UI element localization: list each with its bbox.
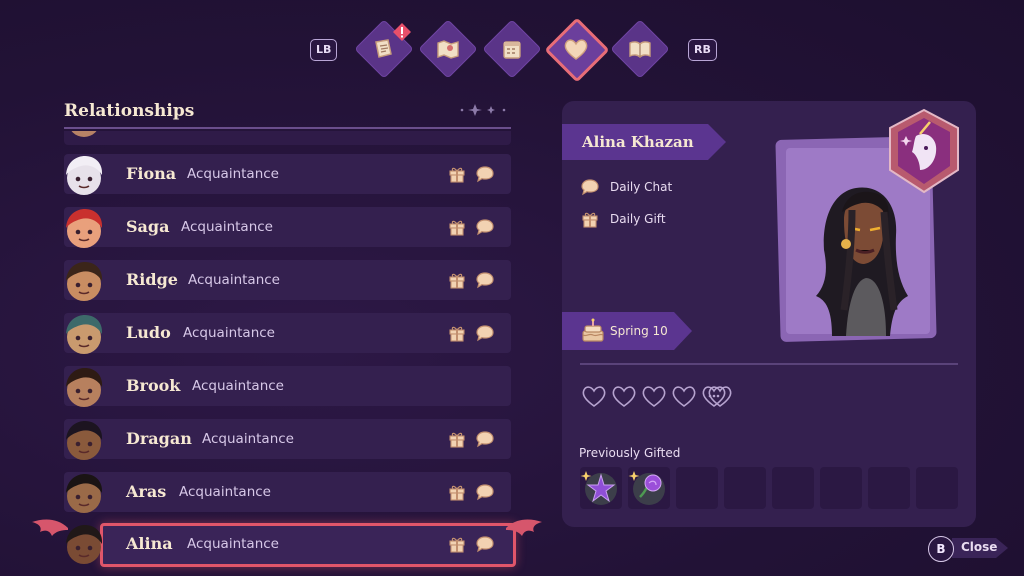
gift-icon (447, 430, 467, 452)
character-name-label: Brook (126, 376, 181, 395)
calendar-icon (483, 20, 541, 78)
selection-wing-right-icon (506, 519, 542, 536)
character-name-label: Ludo (126, 323, 171, 342)
character-name-label: Aras (126, 482, 167, 501)
list-item[interactable]: Aras Acquaintance (64, 472, 511, 512)
empty-gift-slot (772, 467, 814, 509)
gifted-item-slot[interactable] (580, 467, 622, 509)
character-avatar (59, 204, 105, 250)
gift-icon (447, 218, 467, 240)
character-avatar (59, 257, 105, 303)
chat-bubble-icon (475, 430, 495, 452)
relationship-status-label: Acquaintance (202, 431, 294, 447)
relationship-status-label: Acquaintance (187, 166, 279, 182)
empty-gift-slot (820, 467, 862, 509)
gift-icon (582, 212, 598, 228)
character-name-label: Ridge (126, 270, 178, 289)
chat-bubble-icon (475, 535, 495, 557)
character-avatar (59, 310, 105, 356)
list-item[interactable]: Ridge Acquaintance (64, 260, 511, 300)
lb-shoulder-button[interactable]: LB (310, 39, 338, 61)
character-name: Alina Khazan (582, 133, 694, 151)
character-avatar (59, 151, 105, 197)
tab-quests[interactable] (354, 19, 414, 79)
relationship-status-label: Acquaintance (183, 325, 275, 341)
character-name-label: Alina (126, 534, 173, 553)
list-item[interactable]: Brook Acquaintance (64, 366, 511, 406)
panel-divider (580, 363, 958, 365)
tab-journal[interactable] (610, 19, 670, 79)
relationship-status-label: Acquaintance (181, 219, 273, 235)
chat-bubble-icon (581, 179, 599, 196)
rb-shoulder-button[interactable]: RB (688, 39, 717, 61)
birthday-cake-icon (582, 318, 604, 342)
tab-map[interactable] (418, 19, 478, 79)
chat-bubble-icon (475, 165, 495, 187)
empty-gift-slot (916, 467, 958, 509)
list-item[interactable]: Saga Acquaintance (64, 207, 511, 247)
gift-icon (447, 165, 467, 187)
empty-gift-slot (676, 467, 718, 509)
gift-icon (447, 271, 467, 293)
gift-icon (447, 535, 467, 557)
b-button-icon: B (928, 536, 954, 562)
chat-bubble-icon (475, 218, 495, 240)
violet-rose-icon (628, 471, 665, 505)
close-label: Close (961, 540, 998, 554)
character-avatar (59, 363, 105, 409)
purple-flower-icon (580, 471, 617, 505)
character-avatar (59, 416, 105, 462)
tab-calendar[interactable] (482, 19, 542, 79)
character-avatar (59, 469, 105, 515)
close-button[interactable]: B Close (928, 535, 1008, 562)
task-daily-gift: Daily Gift (580, 210, 666, 231)
task-daily-chat: Daily Chat (580, 178, 672, 199)
empty-gift-slot (724, 467, 766, 509)
character-name-label: Fiona (126, 164, 177, 183)
relationship-status-label: Acquaintance (192, 378, 284, 394)
gifted-item-slot[interactable] (628, 467, 670, 509)
title-divider (64, 127, 511, 129)
gift-icon (447, 483, 467, 505)
chat-bubble-icon (475, 483, 495, 505)
relationship-status-label: Acquaintance (188, 272, 280, 288)
list-item-selected[interactable]: Alina Acquaintance (100, 523, 516, 567)
sparkle-decoration-icon (460, 104, 506, 116)
empty-gift-slot (868, 467, 910, 509)
journal-book-icon (611, 20, 669, 78)
gift-icon (447, 324, 467, 346)
list-item[interactable]: Fiona Acquaintance (64, 154, 511, 194)
zodiac-unicorn-badge-icon (889, 108, 959, 194)
relationships-title: Relationships (64, 101, 195, 121)
heart-icon (547, 20, 605, 78)
map-icon (419, 20, 477, 78)
tab-relationships[interactable] (544, 17, 610, 83)
list-item[interactable]: Ludo Acquaintance (64, 313, 511, 353)
relationship-status-label: Acquaintance (187, 536, 279, 552)
character-name-label: Dragan (126, 429, 192, 448)
alert-badge-icon (392, 22, 412, 42)
list-item-partial (64, 131, 511, 145)
relationship-status-label: Acquaintance (179, 484, 271, 500)
character-name-label: Saga (126, 217, 170, 236)
friendship-hearts (582, 386, 732, 407)
chat-bubble-icon (475, 324, 495, 346)
chat-bubble-icon (475, 271, 495, 293)
birthday-label: Spring 10 (610, 324, 668, 338)
list-item[interactable]: Dragan Acquaintance (64, 419, 511, 459)
previously-gifted-label: Previously Gifted (579, 446, 681, 460)
selection-wing-left-icon (32, 519, 68, 536)
